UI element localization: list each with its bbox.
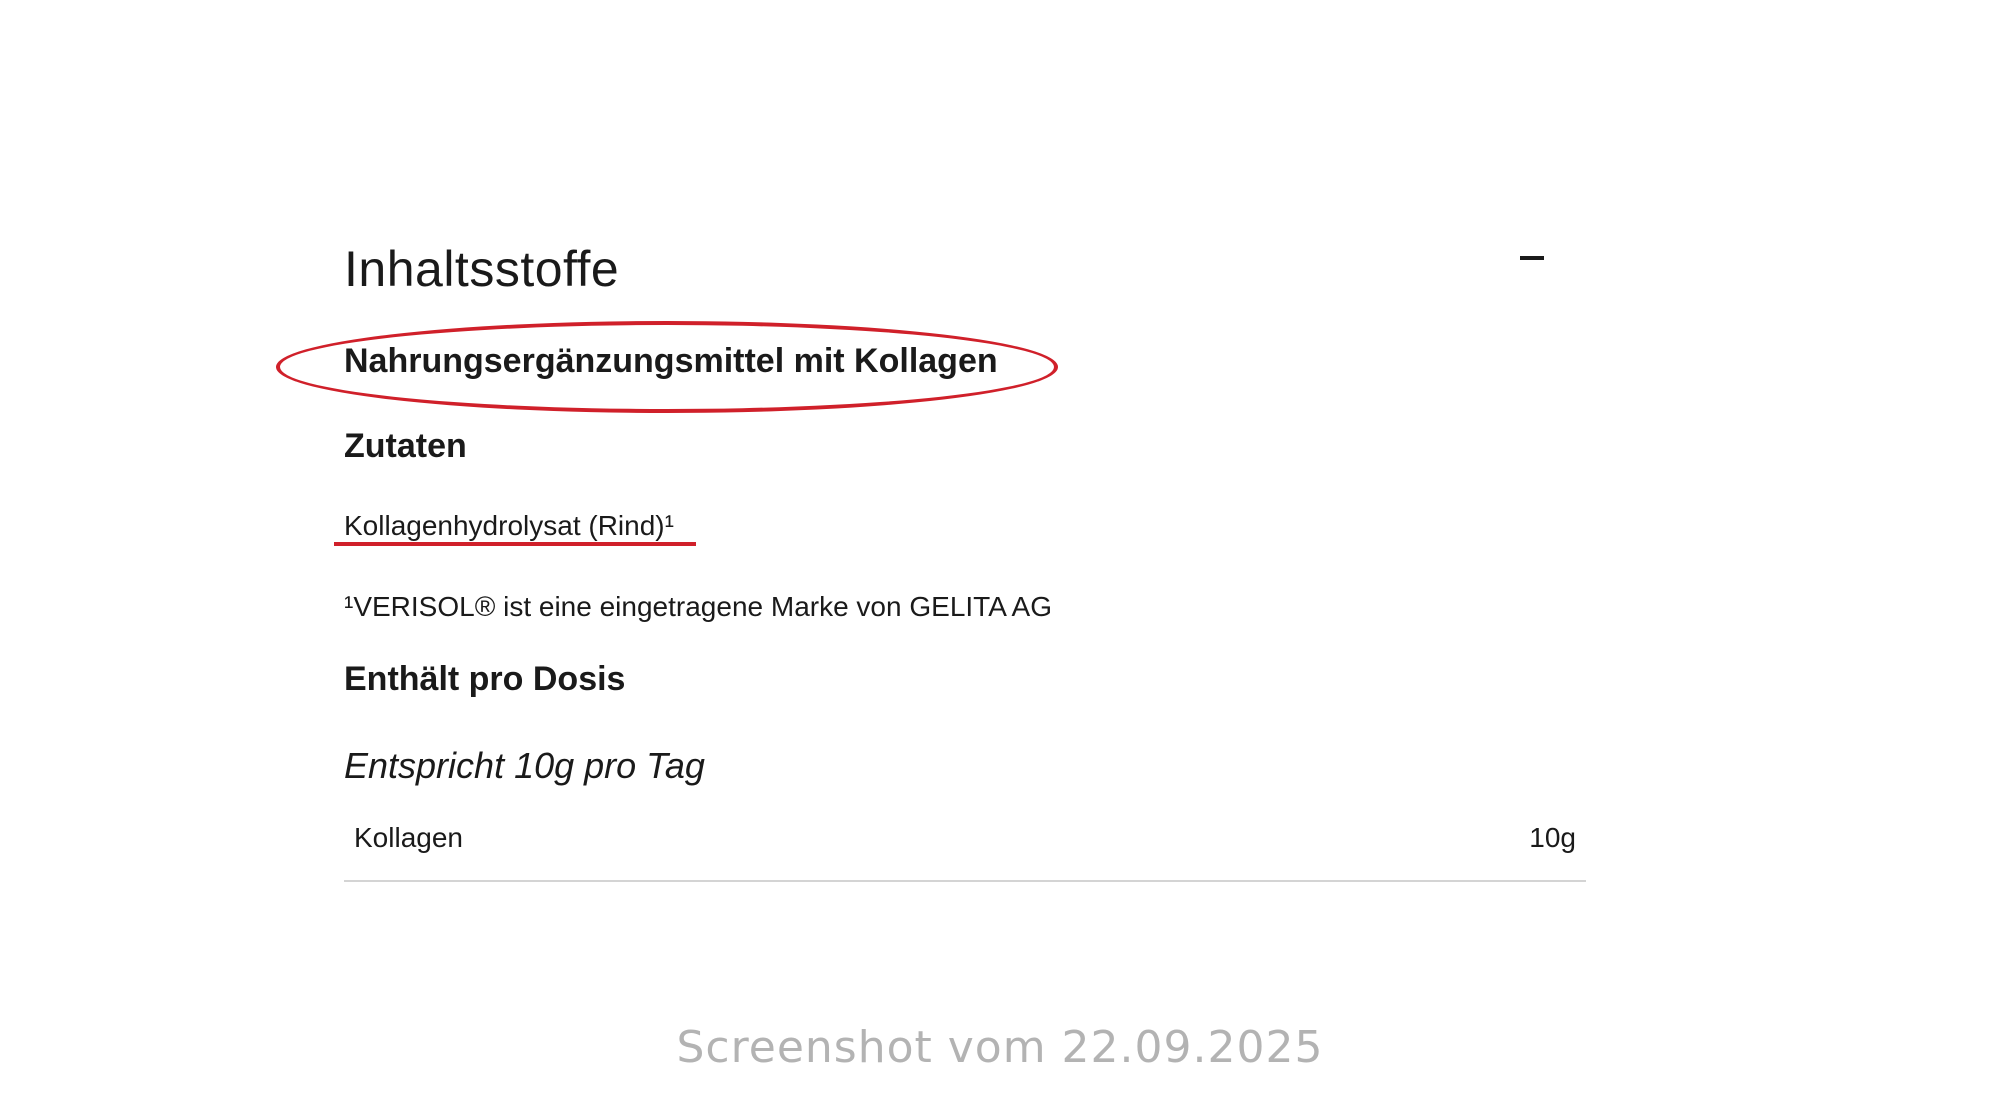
trademark-note: ¹VERISOL® ist eine eingetragene Marke vo… xyxy=(344,591,1053,622)
section-title: Inhaltsstoffe xyxy=(344,241,620,297)
collapse-button[interactable] xyxy=(1510,236,1550,276)
dose-note: Entspricht 10g pro Tag xyxy=(344,745,705,786)
product-type-heading: Nahrungsergänzungsmittel mit Kollagen xyxy=(344,342,998,380)
dose-heading: Enthält pro Dosis xyxy=(344,660,626,698)
nutrient-name: Kollagen xyxy=(354,822,463,853)
nutrient-table: Kollagen 10g xyxy=(344,812,1586,882)
minus-icon xyxy=(1520,256,1544,260)
ingredient-text: Kollagenhydrolysat (Rind)¹ xyxy=(344,510,674,541)
ingredients-heading: Zutaten xyxy=(344,427,467,465)
nutrient-amount: 10g xyxy=(1529,822,1576,853)
screenshot-caption: Screenshot vom 22.09.2025 xyxy=(676,1022,1324,1073)
highlight-underline xyxy=(334,542,696,546)
table-row: Kollagen 10g xyxy=(344,812,1586,872)
